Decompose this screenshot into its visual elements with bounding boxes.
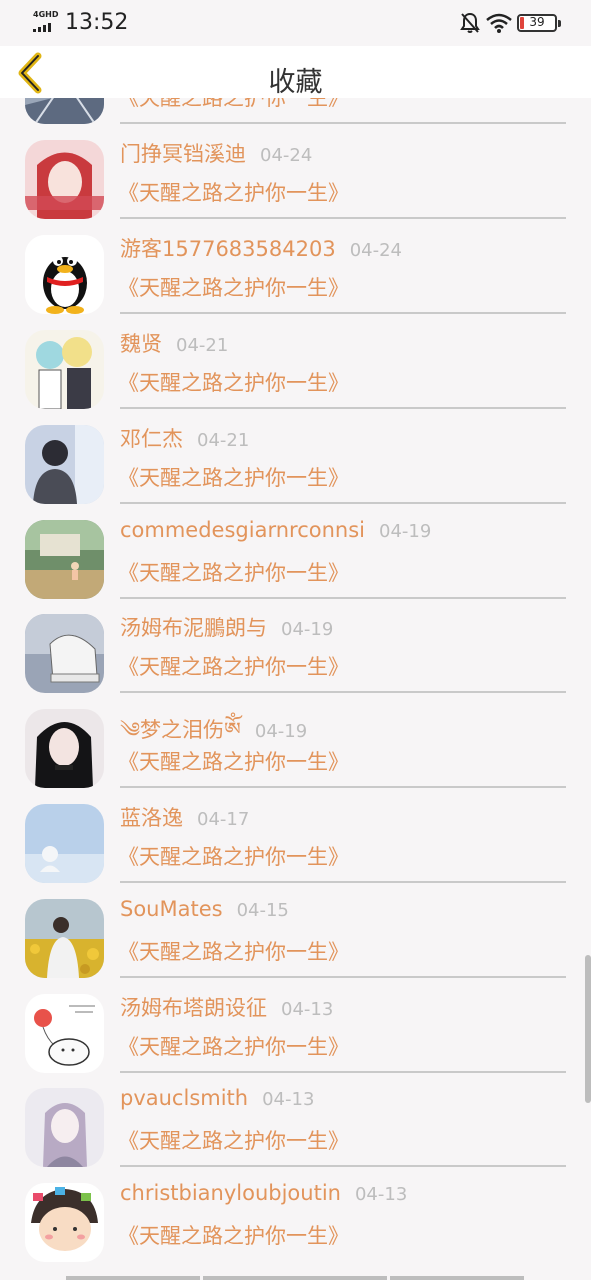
divider [120, 1071, 566, 1073]
avatar [25, 98, 104, 124]
list-item[interactable]: ༄梦之泪伤ༀ 04-19 《天醒之路之护你一生》 [0, 704, 591, 799]
avatar [25, 520, 104, 599]
status-bar: 4GHD 13:52 39 [0, 0, 591, 46]
divider [120, 1165, 566, 1167]
list-item[interactable]: pvauclsmith 04-13 《天醒之路之护你一生》 [0, 1083, 591, 1178]
novel-title: 《天醒之路之护你一生》 [118, 655, 349, 679]
user-name: christbianyloubjoutin [120, 1181, 341, 1205]
novel-title: 《天醒之路之护你一生》 [118, 845, 349, 869]
avatar [25, 994, 104, 1073]
user-name: SouMates [120, 897, 223, 921]
avatar [25, 330, 104, 409]
bottom-edge [203, 1276, 387, 1280]
avatar [25, 235, 104, 314]
user-name: 游客1577683584203 [120, 237, 336, 261]
user-name: pvauclsmith [120, 1086, 249, 1110]
novel-title: 《天醒之路之护你一生》 [118, 750, 349, 774]
signal-icon: 4GHD [33, 10, 59, 33]
date: 04-21 [176, 335, 229, 356]
favorites-list: 《天醒之路之护你一生》 门挣冥铛溪迪 04-24 《天醒之路之护你一生》 游客1… [0, 98, 591, 1280]
user-name: 汤姆布泥鵬朗与 [120, 616, 267, 640]
date: 04-19 [281, 619, 334, 640]
page-title: 收藏 [268, 67, 323, 98]
novel-title: 《天醒之路之护你一生》 [118, 1224, 349, 1248]
mute-bell-icon [460, 12, 480, 33]
list-item[interactable]: commedesgiarnrconnsi 04-19 《天醒之路之护你一生》 [0, 515, 591, 610]
user-name: 邓仁杰 [120, 427, 183, 451]
avatar [25, 709, 104, 788]
date: 04-19 [379, 521, 432, 542]
network-type: 4GHD [33, 10, 59, 19]
avatar [25, 140, 104, 219]
battery-level: 39 [529, 15, 545, 29]
divider [120, 217, 566, 219]
divider [120, 786, 566, 788]
list-item[interactable]: 汤姆布塔朗设征 04-13 《天醒之路之护你一生》 [0, 989, 591, 1084]
date: 04-13 [354, 1184, 408, 1205]
avatar [25, 1183, 104, 1262]
user-name: 汤姆布塔朗设征 [120, 996, 267, 1020]
date: 04-13 [262, 1089, 315, 1110]
novel-title: 《天醒之路之护你一生》 [118, 98, 349, 110]
list-item[interactable]: christbianyloubjoutin 04-13 《天醒之路之护你一生》 [0, 1178, 591, 1273]
divider [120, 122, 566, 124]
novel-title: 《天醒之路之护你一生》 [118, 1129, 349, 1153]
date: 04-15 [236, 900, 289, 921]
bottom-edge [66, 1276, 200, 1280]
avatar [25, 1088, 104, 1167]
wifi-icon [486, 13, 512, 33]
user-name: 门挣冥铛溪迪 [120, 142, 246, 166]
divider [120, 597, 566, 599]
divider [120, 502, 566, 504]
date: 04-24 [349, 240, 403, 261]
date: 04-19 [254, 721, 308, 742]
divider [120, 312, 566, 314]
user-name: 魏贤 [120, 332, 162, 356]
novel-title: 《天醒之路之护你一生》 [118, 466, 349, 490]
list-item[interactable]: 邓仁杰 04-21 《天醒之路之护你一生》 [0, 420, 591, 515]
date: 04-13 [281, 999, 334, 1020]
user-name: 蓝洛逸 [120, 806, 183, 830]
battery-icon: 39 [517, 14, 561, 32]
avatar [25, 804, 104, 883]
novel-title: 《天醒之路之护你一生》 [118, 561, 349, 585]
scrollbar[interactable] [585, 955, 591, 1103]
divider [120, 407, 566, 409]
status-time: 13:52 [65, 10, 129, 35]
list-item[interactable]: SouMates 04-15 《天醒之路之护你一生》 [0, 894, 591, 989]
avatar [25, 899, 104, 978]
avatar [25, 614, 104, 693]
list-item[interactable]: 蓝洛逸 04-17 《天醒之路之护你一生》 [0, 799, 591, 894]
novel-title: 《天醒之路之护你一生》 [118, 181, 349, 205]
divider [120, 976, 566, 978]
list-item[interactable]: 魏贤 04-21 《天醒之路之护你一生》 [0, 325, 591, 420]
user-name: ༄梦之泪伤ༀ [120, 718, 241, 742]
bottom-edge [390, 1276, 524, 1280]
date: 04-24 [260, 145, 313, 166]
date: 04-21 [197, 430, 250, 451]
list-item[interactable]: 《天醒之路之护你一生》 [0, 98, 591, 135]
novel-title: 《天醒之路之护你一生》 [118, 940, 349, 964]
list-item[interactable]: 门挣冥铛溪迪 04-24 《天醒之路之护你一生》 [0, 135, 591, 230]
date: 04-17 [197, 809, 250, 830]
list-item[interactable]: 汤姆布泥鵬朗与 04-19 《天醒之路之护你一生》 [0, 609, 591, 704]
divider [120, 881, 566, 883]
header-bar: 收藏 [0, 46, 591, 98]
avatar [25, 425, 104, 504]
novel-title: 《天醒之路之护你一生》 [118, 371, 349, 395]
list-item[interactable]: 游客1577683584203 04-24 《天醒之路之护你一生》 [0, 230, 591, 325]
novel-title: 《天醒之路之护你一生》 [118, 1035, 349, 1059]
novel-title: 《天醒之路之护你一生》 [118, 276, 349, 300]
user-name: commedesgiarnrconnsi [120, 518, 365, 542]
divider [120, 691, 566, 693]
